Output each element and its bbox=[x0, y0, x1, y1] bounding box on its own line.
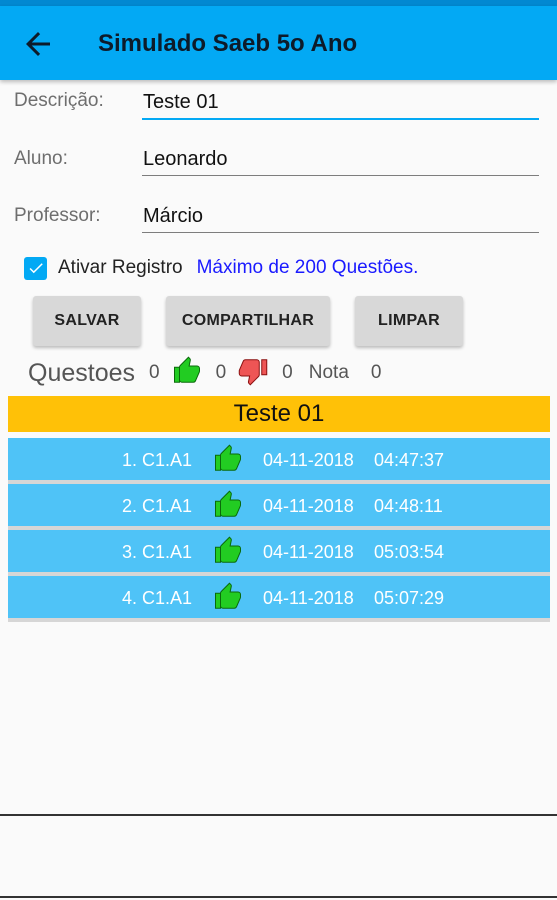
check-icon bbox=[29, 263, 43, 274]
thumbs-up-icon bbox=[213, 490, 243, 525]
professor-label: Professor: bbox=[14, 205, 101, 226]
question-label: 3. C1.A1 bbox=[122, 542, 193, 562]
thumbs-up-icon bbox=[213, 444, 243, 479]
question-row[interactable]: 3. C1.A1 04-11-2018 05:03:54 bbox=[8, 530, 550, 576]
grade-value: 0 bbox=[370, 362, 382, 383]
question-date: 04-11-2018 bbox=[263, 496, 354, 516]
question-time: 05:03:54 bbox=[374, 542, 445, 562]
divider bbox=[0, 896, 557, 898]
question-date: 04-11-2018 bbox=[263, 450, 354, 470]
arrow-back-icon bbox=[26, 32, 50, 56]
aluno-input[interactable] bbox=[142, 143, 539, 176]
correct-count: 0 bbox=[215, 362, 227, 383]
clear-button[interactable]: LIMPAR bbox=[355, 296, 463, 346]
thumbs-down-icon bbox=[238, 356, 268, 391]
question-label: 4. C1.A1 bbox=[122, 588, 193, 608]
share-button[interactable]: COMPARTILHAR bbox=[166, 296, 330, 346]
stats-row: Questoes 0 0 0 Nota 0 bbox=[28, 356, 381, 390]
question-row[interactable]: 1. C1.A1 04-11-2018 04:47:37 bbox=[8, 438, 550, 484]
stats-title: Questoes bbox=[28, 358, 136, 387]
question-date: 04-11-2018 bbox=[263, 542, 354, 562]
app-bar: Simulado Saeb 5o Ano bbox=[0, 6, 557, 80]
register-row: Ativar Registro Máximo de 200 Questões. bbox=[24, 255, 418, 281]
total-count: 0 bbox=[149, 362, 160, 383]
question-time: 05:07:29 bbox=[374, 588, 445, 608]
question-list: 1. C1.A1 04-11-2018 04:47:37 2. C1.A1 04… bbox=[8, 438, 550, 622]
grade-label: Nota bbox=[308, 362, 349, 383]
save-button[interactable]: SALVAR bbox=[33, 296, 141, 346]
professor-input[interactable] bbox=[142, 200, 539, 233]
register-label: Ativar Registro bbox=[58, 257, 183, 278]
question-date: 04-11-2018 bbox=[263, 588, 354, 608]
descricao-label: Descrição: bbox=[14, 90, 104, 111]
descricao-input[interactable] bbox=[142, 86, 539, 120]
aluno-label: Aluno: bbox=[14, 148, 68, 169]
question-row[interactable]: 2. C1.A1 04-11-2018 04:48:11 bbox=[8, 484, 550, 530]
back-button[interactable] bbox=[20, 26, 56, 62]
max-questions-text: Máximo de 200 Questões. bbox=[196, 257, 419, 278]
divider bbox=[0, 814, 557, 816]
thumbs-up-icon bbox=[213, 582, 243, 617]
question-label: 2. C1.A1 bbox=[122, 496, 193, 516]
thumbs-up-icon bbox=[213, 536, 243, 571]
test-title: Teste 01 bbox=[8, 396, 550, 432]
question-label: 1. C1.A1 bbox=[122, 450, 193, 470]
question-row[interactable]: 4. C1.A1 04-11-2018 05:07:29 bbox=[8, 576, 550, 622]
thumbs-up-icon bbox=[172, 356, 202, 391]
question-time: 04:48:11 bbox=[374, 496, 443, 516]
wrong-count: 0 bbox=[282, 362, 293, 383]
page-title: Simulado Saeb 5o Ano bbox=[98, 30, 358, 57]
register-checkbox[interactable] bbox=[24, 256, 47, 280]
question-time: 04:47:37 bbox=[374, 450, 445, 470]
